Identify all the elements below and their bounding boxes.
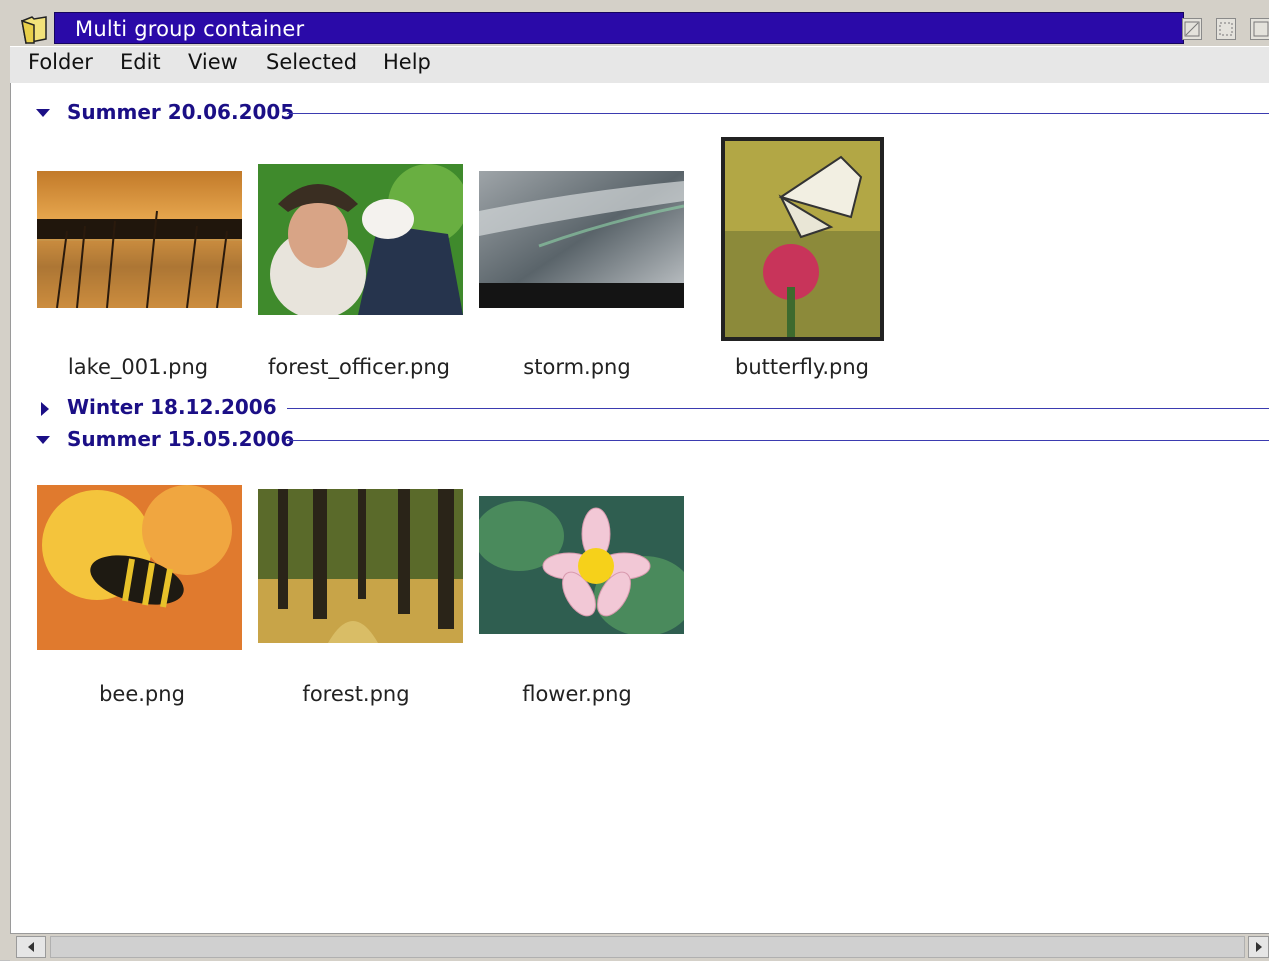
group-title: Winter 18.12.2006 <box>67 395 277 419</box>
storm-image <box>479 171 684 308</box>
thumbnail-label: butterfly.png <box>735 355 869 379</box>
horizontal-scrollbar[interactable] <box>10 933 1269 961</box>
scroll-left-button[interactable] <box>16 936 46 958</box>
thumbnail-label: flower.png <box>522 682 632 706</box>
thumbnail-label: lake_001.png <box>67 355 209 379</box>
menu-bar: Folder Edit View Selected Help <box>10 46 1269 84</box>
title-fill: Multi group container <box>54 12 1184 44</box>
group-divider <box>287 113 1269 114</box>
thumbnail-lake[interactable] <box>37 171 242 308</box>
thumbnail-label: bee.png <box>99 682 185 706</box>
forest-image <box>258 489 463 643</box>
menu-edit[interactable]: Edit <box>120 50 161 74</box>
group-header-summer-2005[interactable]: Summer 20.06.2005 <box>11 98 1269 128</box>
group-header-winter-2006[interactable]: Winter 18.12.2006 <box>11 393 1269 423</box>
maximize-button[interactable] <box>1216 18 1236 40</box>
menu-edit-label: Edit <box>120 50 161 74</box>
thumbnail-label: forest.png <box>302 682 410 706</box>
menu-folder-label: Folder <box>28 50 93 74</box>
arrow-right-icon <box>1256 942 1262 952</box>
menu-view[interactable]: View <box>188 50 238 74</box>
thumbnail-bee[interactable] <box>37 485 242 650</box>
group-header-summer-2006[interactable]: Summer 15.05.2006 <box>11 425 1269 455</box>
close-button[interactable] <box>1250 18 1269 40</box>
menu-selected-label: Selected <box>266 50 358 74</box>
thumbnail-flower[interactable] <box>479 496 684 634</box>
bee-image <box>37 485 242 650</box>
thumbnail-label: forest_officer.png <box>268 355 450 379</box>
window-title: Multi group container <box>75 17 305 41</box>
app-window: Multi group container Folder Edit View S… <box>0 0 1269 961</box>
expanded-arrow-icon[interactable] <box>35 434 51 446</box>
thumbnail-storm[interactable] <box>479 171 684 308</box>
group-divider <box>287 408 1269 409</box>
lake-image <box>37 171 242 308</box>
expanded-arrow-icon[interactable] <box>35 107 51 119</box>
group-divider <box>287 440 1269 441</box>
flower-image <box>479 496 684 634</box>
menu-selected[interactable]: Selected <box>266 50 357 74</box>
thumbnail-label: storm.png <box>523 355 631 379</box>
menu-help-label: Help <box>383 50 431 74</box>
menu-folder[interactable]: Folder <box>28 50 93 74</box>
group-title: Summer 15.05.2006 <box>67 427 295 451</box>
arrow-left-icon <box>28 942 34 952</box>
title-bar[interactable]: Multi group container <box>10 10 1269 46</box>
minimize-button[interactable] <box>1182 18 1202 40</box>
scroll-right-button[interactable] <box>1248 936 1269 958</box>
scrollbar-track[interactable] <box>50 936 1245 958</box>
menu-view-label: View <box>188 50 238 74</box>
thumbnail-butterfly[interactable] <box>721 137 884 341</box>
group-title: Summer 20.06.2005 <box>67 100 295 124</box>
thumbnail-forest[interactable] <box>258 489 463 643</box>
folder-icon <box>21 16 47 44</box>
collapsed-arrow-icon[interactable] <box>39 401 51 417</box>
group-container: Summer 20.06.2005 lake_001.png forest_of… <box>10 83 1269 933</box>
forest-officer-image <box>258 164 463 315</box>
thumbnail-forest-officer[interactable] <box>258 164 463 315</box>
butterfly-image <box>721 137 884 341</box>
menu-help[interactable]: Help <box>383 50 431 74</box>
